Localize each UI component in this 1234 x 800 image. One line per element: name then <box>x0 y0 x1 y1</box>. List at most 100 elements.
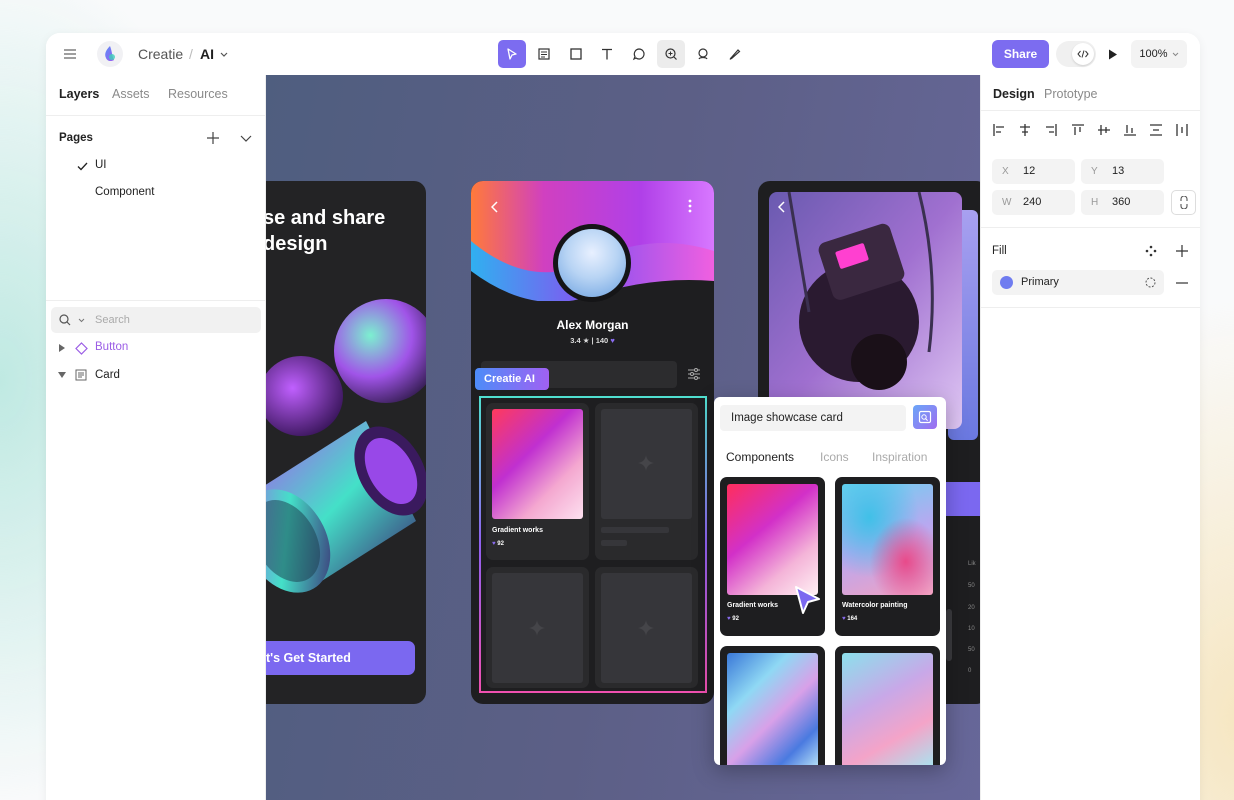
suggestion-card-watercolor-painting[interactable]: Watercolor painting ♥ 164 <box>835 477 940 636</box>
sparkle-icon <box>638 620 654 636</box>
caret-down-icon[interactable] <box>58 372 66 378</box>
tab-assets[interactable]: Assets <box>112 87 150 101</box>
page-item-ui[interactable]: UI <box>95 159 107 171</box>
get-started-button[interactable]: et's Get Started <box>266 641 415 675</box>
popup-tab-icons[interactable]: Icons <box>820 450 849 464</box>
prompt-input[interactable]: Image showcase card <box>720 405 906 431</box>
align-vertical-center-icon[interactable] <box>1098 124 1110 136</box>
collapse-pages-icon[interactable] <box>237 129 255 147</box>
layer-item-button[interactable]: Button <box>95 341 128 353</box>
grid-tile-gradient-works[interactable]: Gradient works ♥ 92 <box>486 403 589 560</box>
ai-search-tool-button[interactable] <box>657 40 685 68</box>
app-window: Creatie / AI Share 100% Layers Assets Re… <box>46 33 1200 800</box>
skeleton-line <box>601 527 669 533</box>
skeleton-line <box>601 540 627 546</box>
chart-axis-label: Lik <box>968 561 976 567</box>
align-horizontal-center-icon[interactable] <box>1019 124 1031 136</box>
pen-tool-button[interactable] <box>721 40 749 68</box>
heart-icon: ♥ <box>492 541 496 547</box>
ai-suggestion-popup[interactable]: Image showcase card Components Icons Ins… <box>714 397 946 765</box>
distribute-horizontal-icon[interactable] <box>1176 124 1188 136</box>
more-options-icon[interactable] <box>688 199 692 213</box>
app-logo-icon[interactable] <box>97 41 123 67</box>
back-arrow-icon[interactable] <box>491 201 499 213</box>
fluid-art-thumbnail <box>727 653 818 765</box>
align-right-icon[interactable] <box>1045 124 1057 136</box>
rectangle-tool-button[interactable] <box>562 40 590 68</box>
add-page-icon[interactable] <box>204 129 222 147</box>
text-tool-button[interactable] <box>593 40 621 68</box>
divider <box>981 227 1200 228</box>
breadcrumb-project[interactable]: Creatie <box>138 46 183 62</box>
grid-tile-placeholder[interactable] <box>595 567 698 688</box>
zoom-value: 100% <box>1139 48 1168 60</box>
constrain-proportions-icon[interactable] <box>1171 190 1196 215</box>
x-value: 12 <box>1023 165 1036 177</box>
fill-style-name: Primary <box>1021 276 1059 288</box>
onboarding-screen[interactable]: se and share design et's Get Started <box>266 181 426 704</box>
align-bottom-icon[interactable] <box>1124 124 1136 136</box>
comment-tool-button[interactable] <box>625 40 653 68</box>
tab-layers[interactable]: Layers <box>59 87 99 101</box>
tab-resources[interactable]: Resources <box>168 87 228 101</box>
plugin-tool-button[interactable] <box>689 40 717 68</box>
chart-tick: 50 <box>968 583 975 589</box>
tile-title: Gradient works <box>492 527 543 534</box>
suggestion-card[interactable] <box>720 646 825 765</box>
x-position-field[interactable]: X 12 <box>992 159 1075 184</box>
heart-icon: ♥ <box>610 336 615 345</box>
width-field[interactable]: W 240 <box>992 190 1075 215</box>
avatar[interactable] <box>553 224 631 302</box>
filter-icon[interactable] <box>688 368 700 380</box>
zoom-dropdown[interactable]: 100% <box>1131 40 1187 68</box>
tab-design[interactable]: Design <box>993 87 1035 101</box>
fill-style-field[interactable]: Primary <box>992 270 1164 295</box>
creatie-ai-badge[interactable]: Creatie AI <box>475 368 549 390</box>
chevron-down-icon[interactable] <box>218 49 230 59</box>
grid-tile-placeholder[interactable] <box>595 403 698 560</box>
detach-style-icon[interactable] <box>1145 277 1156 288</box>
pages-title: Pages <box>59 132 93 144</box>
dev-mode-toggle[interactable] <box>1056 41 1096 67</box>
popup-tab-inspiration[interactable]: Inspiration <box>872 450 927 464</box>
align-left-icon[interactable] <box>993 124 1005 136</box>
3d-shapes-illustration <box>266 299 426 593</box>
grid-tile-placeholder[interactable] <box>486 567 589 688</box>
popup-tab-components[interactable]: Components <box>726 450 794 464</box>
image-search-icon <box>918 410 932 424</box>
frame-tool-button[interactable] <box>530 40 558 68</box>
share-button[interactable]: Share <box>992 40 1049 68</box>
play-icon[interactable] <box>1103 44 1123 64</box>
w-label: W <box>1002 197 1012 208</box>
align-top-icon[interactable] <box>1072 124 1084 136</box>
likes-count: 92 <box>732 616 739 622</box>
styles-icon[interactable] <box>1145 245 1157 257</box>
caret-right-icon[interactable] <box>59 344 65 352</box>
tab-prototype[interactable]: Prototype <box>1044 87 1098 101</box>
height-field[interactable]: H 360 <box>1081 190 1164 215</box>
layer-item-card[interactable]: Card <box>95 369 120 381</box>
chevron-down-icon <box>1172 52 1178 56</box>
w-value: 240 <box>1023 196 1042 208</box>
breadcrumb-file[interactable]: AI <box>200 46 214 62</box>
distribute-vertical-icon[interactable] <box>1150 124 1162 136</box>
add-fill-icon[interactable] <box>1176 245 1188 257</box>
hamburger-menu-icon[interactable] <box>60 46 80 62</box>
generate-image-button[interactable] <box>913 405 937 429</box>
card-title: Gradient works <box>727 602 778 609</box>
fluid-art-thumbnail <box>842 653 933 765</box>
page-item-component[interactable]: Component <box>95 186 154 198</box>
chart-tick: 50 <box>968 647 975 653</box>
move-tool-button[interactable] <box>498 40 526 68</box>
search-placeholder: Search <box>95 314 130 326</box>
remove-fill-icon[interactable] <box>1176 282 1188 284</box>
back-arrow-icon[interactable] <box>778 201 786 213</box>
y-position-field[interactable]: Y 13 <box>1081 159 1164 184</box>
profile-screen[interactable]: Alex Morgan 3.4 ★ | 140 ♥ Creatie AI Gra… <box>471 181 714 704</box>
layer-search[interactable]: Search <box>51 307 261 333</box>
suggestion-card[interactable] <box>835 646 940 765</box>
robot-artwork <box>769 192 962 429</box>
fill-swatch[interactable] <box>1000 276 1013 289</box>
design-canvas[interactable]: se and share design et's Get Started Ale… <box>266 75 980 800</box>
frame-icon <box>75 369 87 381</box>
